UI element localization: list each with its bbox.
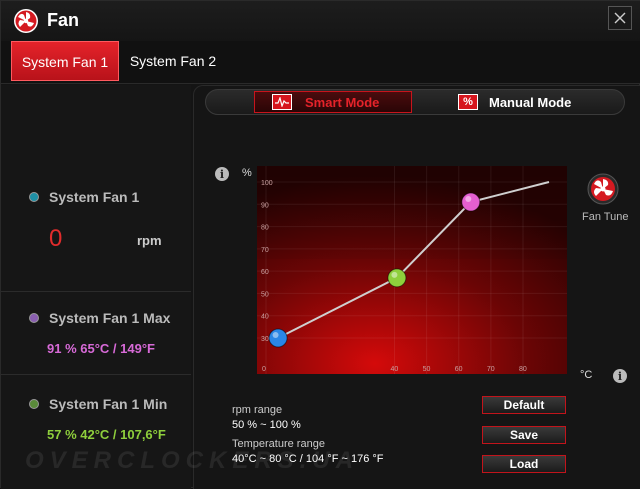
fan-min-name: System Fan 1 Min: [49, 396, 168, 412]
fan-color-dot: [29, 192, 39, 202]
y-tick-label: 60: [261, 269, 269, 276]
x-tick-label: 0: [262, 366, 266, 373]
x-tick-label: 40: [391, 366, 399, 373]
load-button[interactable]: Load: [482, 455, 566, 473]
x-tick-label: 60: [455, 366, 463, 373]
y-tick-label: 80: [261, 225, 269, 232]
smart-mode-label: Smart Mode: [305, 95, 380, 110]
x-tick-label: 80: [519, 366, 527, 373]
fan-min-color-dot: [29, 399, 39, 409]
x-tick-label: 50: [423, 366, 431, 373]
fan-max-stat: 91 % 65°C / 149°F: [47, 341, 155, 356]
y-tick-label: 90: [261, 202, 269, 209]
curve-handle-2[interactable]: [387, 268, 407, 288]
close-button[interactable]: [608, 6, 632, 30]
close-icon: [614, 12, 626, 24]
window-title: Fan: [47, 10, 80, 30]
fan-tune-label: Fan Tune: [582, 211, 629, 223]
manual-mode-button[interactable]: Manual Mode: [489, 95, 571, 110]
info-icon-temperature[interactable]: i: [613, 369, 627, 383]
y-tick-label: 40: [261, 314, 269, 321]
fan-max-name: System Fan 1 Max: [49, 310, 171, 326]
y-tick-label: 50: [261, 291, 269, 298]
title-bar: Fan: [1, 1, 640, 42]
fan-card-max: System Fan 1 Max 91 % 65°C / 149°F: [1, 292, 191, 375]
y-tick-label: 30: [261, 336, 269, 343]
curve-handle-1[interactable]: [268, 328, 288, 348]
save-button[interactable]: Save: [482, 426, 566, 444]
smart-mode-icon: [272, 94, 292, 110]
rpm-range-value: 50 % ~ 100 %: [232, 419, 301, 431]
percent-icon: %: [458, 94, 478, 110]
fan-rpm-value: 0: [49, 225, 63, 252]
chart-out-of-range-zone: [257, 166, 567, 259]
fan-curve-chart[interactable]: 30 40 50 60 70 80 90 100 0 40 50 60 70 80: [257, 166, 567, 374]
y-tick-label: 70: [261, 247, 269, 254]
curve-handle-3[interactable]: [461, 192, 481, 212]
tab-system-fan-1[interactable]: System Fan 1: [11, 41, 119, 81]
fan-tabs: System Fan 1 System Fan 2: [1, 41, 640, 84]
default-button[interactable]: Default: [482, 396, 566, 414]
fan-max-color-dot: [29, 313, 39, 323]
fan-tune-icon[interactable]: [587, 173, 619, 205]
x-tick-label: 70: [487, 366, 495, 373]
curve-handle-highlight: [391, 271, 398, 278]
y-tick-label: 100: [261, 180, 273, 187]
fan-window: Fan System Fan 1 System Fan 2 System Fan…: [0, 0, 640, 489]
curve-handle-highlight: [272, 332, 279, 338]
info-icon[interactable]: i: [215, 167, 229, 181]
fan-name: System Fan 1: [49, 189, 140, 205]
y-axis-unit: %: [242, 167, 252, 179]
rpm-range-label: rpm range: [232, 404, 283, 416]
fan-logo-icon: [14, 9, 38, 33]
curve-handle-highlight: [465, 196, 472, 203]
fan-card-current: System Fan 1 0 rpm: [1, 85, 191, 292]
tab-system-fan-2[interactable]: System Fan 2: [125, 41, 221, 81]
fan-min-stat: 57 % 42°C / 107,6°F: [47, 427, 166, 442]
fan-status-panel: System Fan 1 0 rpm System Fan 1 Max 91 %…: [1, 85, 191, 489]
x-axis-unit: °C: [580, 369, 593, 381]
fan-rpm-unit: rpm: [137, 233, 162, 248]
watermark: OVERCLOCKERS.UA: [25, 447, 360, 474]
